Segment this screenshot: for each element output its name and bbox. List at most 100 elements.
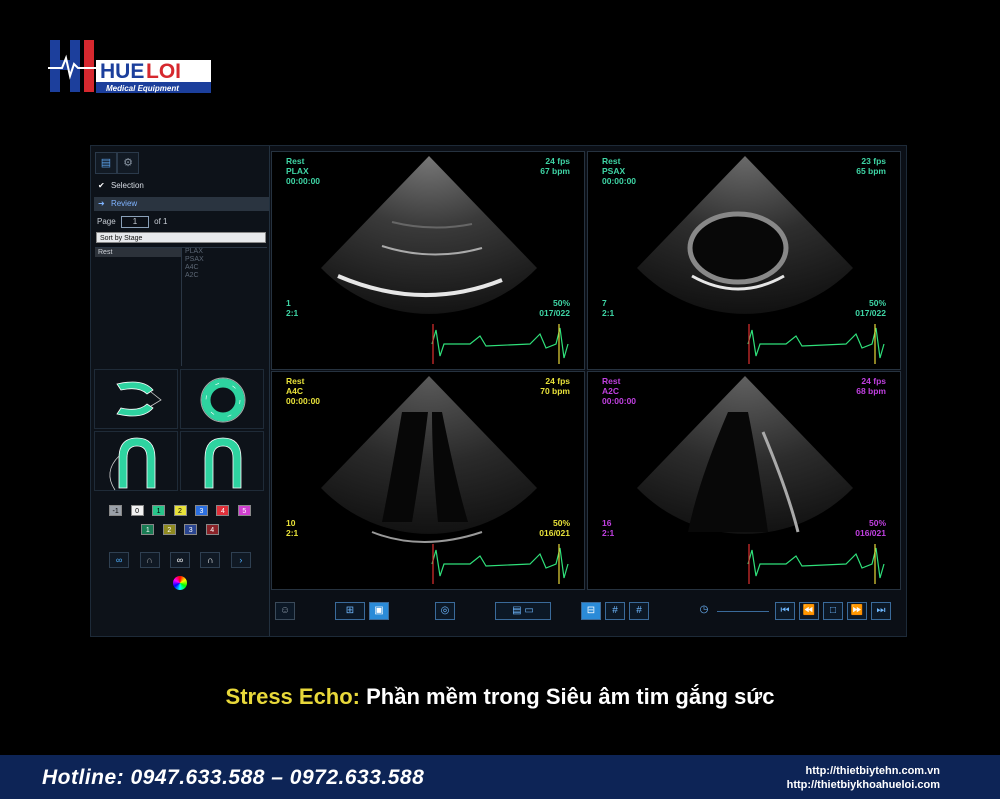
view-info-top-right: 24 fps 68 bpm <box>856 376 886 396</box>
view-item[interactable]: A4C <box>185 264 265 272</box>
score-button[interactable]: 3 <box>184 524 198 535</box>
stop-icon[interactable]: □ <box>823 602 843 620</box>
score-button[interactable]: 1 <box>152 505 166 516</box>
website-links: http://thietbiytehn.com.vn http://thietb… <box>787 764 940 792</box>
time-label: 00:00:00 <box>602 176 637 186</box>
score-button[interactable]: -1 <box>109 505 123 516</box>
view-info-top-left: Rest PSAX 00:00:00 <box>602 156 636 186</box>
page-label: Page <box>97 217 116 226</box>
person-icon[interactable]: ☺ <box>275 602 295 620</box>
echo-view-plax[interactable]: Rest PLAX 00:00:00 24 fps 67 bpm 1 2:1 5… <box>271 151 585 370</box>
view-item[interactable]: A2C <box>185 272 265 280</box>
compare-icon[interactable]: # <box>629 602 649 620</box>
percent-label: 50% <box>868 518 886 528</box>
clip-label: 1 <box>286 298 291 308</box>
website-link[interactable]: http://thietbiytehn.com.vn <box>787 764 940 778</box>
clip-label: 16 <box>602 518 612 528</box>
svg-text:LOI: LOI <box>146 60 181 83</box>
segment-score-row-2: 1 2 3 4 <box>91 524 269 542</box>
echo-view-a2c[interactable]: Rest A2C 00:00:00 24 fps 68 bpm 16 2:1 5… <box>587 371 901 590</box>
time-label: 00:00:00 <box>286 176 321 186</box>
view-label: PSAX <box>602 166 626 176</box>
sort-select[interactable]: Sort by Stage <box>96 232 266 243</box>
color-wheel-icon[interactable] <box>173 576 187 590</box>
frames-label: 016/021 <box>539 528 570 538</box>
view-info-bottom-right: 50% 016/021 <box>539 518 570 538</box>
sync-icon[interactable]: # <box>605 602 625 620</box>
loop-icon[interactable]: ◎ <box>435 602 455 620</box>
clock-icon[interactable]: ◷ <box>695 602 713 620</box>
last-frame-icon[interactable]: ⏭ <box>871 602 891 620</box>
score-button[interactable]: 5 <box>237 505 251 516</box>
clip-label: 7 <box>602 298 607 308</box>
logo-sub: Medical Equipment <box>106 84 179 93</box>
single-layout-icon[interactable]: ▣ <box>369 602 389 620</box>
score-button[interactable]: 4 <box>205 524 219 535</box>
a4c-segment-diagram[interactable] <box>94 431 178 491</box>
view-info-top-left: Rest PLAX 00:00:00 <box>286 156 320 186</box>
website-link[interactable]: http://thietbiykhoahueloi.com <box>787 778 940 792</box>
stage-list: Rest <box>95 248 182 366</box>
image-grid: Rest PLAX 00:00:00 24 fps 67 bpm 1 2:1 5… <box>271 151 902 591</box>
gear-icon[interactable]: ⚙ <box>117 152 139 174</box>
segments-alt-icon[interactable]: ∞ <box>170 552 190 568</box>
view-info-bottom-right: 50% 017/022 <box>855 298 886 318</box>
selection-row[interactable]: ✔ Selection <box>94 179 269 193</box>
view-info-bottom-left: 10 2:1 <box>286 518 298 538</box>
left-panel: ▤ ⚙ ✔ Selection ➜ Review Page 1 of 1 Sor… <box>91 146 270 636</box>
segments-icon[interactable]: ∞ <box>109 552 130 568</box>
view-info-bottom-left: 7 2:1 <box>602 298 614 318</box>
hueloi-logo: HUE LOI Medical Equipment <box>48 40 211 93</box>
fps-label: 24 fps <box>545 156 570 166</box>
a2c-segment-diagram[interactable] <box>180 431 264 491</box>
stage-label: Rest <box>602 376 621 386</box>
stage-label: Rest <box>286 376 305 386</box>
score-button[interactable]: 0 <box>130 505 144 516</box>
score-button[interactable]: 2 <box>162 524 176 535</box>
arch-alt-icon[interactable]: ∩ <box>200 552 221 568</box>
ratio-label: 2:1 <box>602 528 615 538</box>
next-arrow-icon[interactable]: › <box>230 552 251 568</box>
view-list: PLAX PSAX A4C A2C <box>185 248 265 280</box>
clip-label: 10 <box>286 518 296 528</box>
view-item[interactable]: PSAX <box>185 256 265 264</box>
time-label: 00:00:00 <box>602 396 637 406</box>
caption-highlight: Stress Echo: <box>225 684 361 709</box>
echo-view-a4c[interactable]: Rest A4C 00:00:00 24 fps 70 bpm 10 2:1 5… <box>271 371 585 590</box>
plax-segment-diagram[interactable] <box>94 369 178 429</box>
quad-layout-icon[interactable]: ⊞ <box>335 602 365 620</box>
score-button[interactable]: 4 <box>216 505 230 516</box>
psax-segment-diagram[interactable] <box>180 369 264 429</box>
echo-view-psax[interactable]: Rest PSAX 00:00:00 23 fps 65 bpm 7 2:1 5… <box>587 151 901 370</box>
view-info-bottom-right: 50% 017/022 <box>539 298 570 318</box>
film-strip-icon[interactable]: ▤ ▭ <box>495 602 551 620</box>
prev-frame-icon[interactable]: ⏪ <box>799 602 819 620</box>
stage-label: Rest <box>286 156 305 166</box>
grid-view-icon[interactable]: ⊟ <box>581 602 601 620</box>
frames-label: 017/022 <box>855 308 886 318</box>
score-button[interactable]: 1 <box>141 524 155 535</box>
stage-view-lists: Rest PLAX PSAX A4C A2C <box>95 247 267 366</box>
ecg-trace <box>431 544 569 584</box>
doc-icon[interactable]: ▤ <box>95 152 117 174</box>
bpm-label: 68 bpm <box>856 386 886 396</box>
stage-item[interactable]: Rest <box>95 248 181 257</box>
speed-slider[interactable] <box>717 611 769 612</box>
score-button[interactable]: 2 <box>173 505 187 516</box>
view-info-top-right: 23 fps 65 bpm <box>856 156 886 176</box>
view-info-top-left: Rest A2C 00:00:00 <box>602 376 636 406</box>
view-label: A2C <box>602 386 620 396</box>
arch-icon[interactable]: ∩ <box>139 552 160 568</box>
next-frame-icon[interactable]: ⏩ <box>847 602 867 620</box>
page-input[interactable]: 1 <box>120 216 149 228</box>
view-item[interactable]: PLAX <box>185 248 265 256</box>
selection-label: Selection <box>110 181 144 190</box>
first-frame-icon[interactable]: ⏮ <box>775 602 795 620</box>
score-button[interactable]: 3 <box>194 505 208 516</box>
page-of: of 1 <box>154 217 168 226</box>
bottom-toolbar: ☺ ⊞ ▣ ◎ ▤ ▭ ⊟ # # ◷ ⏮ ⏪ □ ⏩ ⏭ <box>271 596 902 626</box>
ratio-label: 2:1 <box>286 528 299 538</box>
fps-label: 23 fps <box>861 156 886 166</box>
percent-label: 50% <box>552 518 570 528</box>
review-row[interactable]: ➜ Review <box>94 197 269 211</box>
